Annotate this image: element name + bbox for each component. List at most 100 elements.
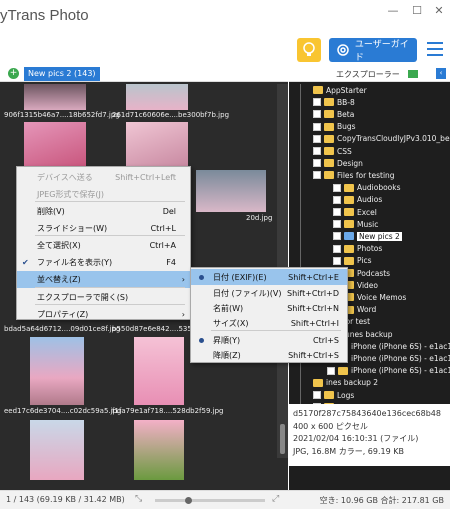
expand-icon[interactable]: ⤢	[272, 494, 279, 504]
photo-thumbnail[interactable]	[30, 420, 84, 480]
tree-item[interactable]: CopyTransCloudlyJPv3.010_be	[313, 133, 450, 145]
menu-separator	[35, 235, 185, 236]
tree-item[interactable]: Logs	[313, 389, 354, 401]
context-menu-item[interactable]: デバイスへ送る Shift+Ctrl+Left	[17, 169, 190, 186]
context-menu-item[interactable]: 全て選択(X) Ctrl+A	[17, 237, 190, 254]
tree-item[interactable]: Bugs	[313, 121, 356, 133]
context-menu-item[interactable]: 削除(V) Del	[17, 203, 190, 220]
sort-submenu: 日付 (EXIF)(E) Shift+Ctrl+E 日付 (ファイル)(V) Shif…	[190, 267, 348, 363]
checkbox[interactable]	[313, 391, 321, 399]
shrink-icon[interactable]: ⤡	[135, 494, 142, 504]
menu-item-label: 名前(W)	[213, 303, 244, 313]
zoom-slider[interactable]	[155, 497, 265, 504]
photo-thumbnail[interactable]	[134, 420, 184, 480]
menu-item-label: 昇順(Y)	[213, 335, 241, 345]
menu-item-shortcut: Shift+Ctrl+S	[288, 350, 339, 360]
checkbox[interactable]	[313, 147, 321, 155]
folder-icon	[344, 232, 354, 241]
file-dimensions: 400 x 600 ピクセル	[293, 421, 368, 431]
sort-option[interactable]: 日付 (ファイル)(V) Shift+Ctrl+D	[191, 285, 347, 301]
tree-item-label: ines backup 2	[326, 378, 379, 388]
tree-item[interactable]: Files for testing	[313, 169, 395, 181]
context-menu-item[interactable]: プロパティ(Z) ›	[17, 306, 190, 323]
tree-item-label: Podcasts	[357, 268, 391, 278]
add-icon[interactable]: +	[8, 68, 19, 79]
tree-item-label: BB-8	[337, 97, 355, 107]
tree-item[interactable]: BB-8	[313, 96, 355, 108]
menu-item-label: スライドショー(W)	[37, 224, 108, 233]
menu-separator	[35, 287, 185, 288]
tree-item[interactable]: Design	[313, 157, 363, 169]
sort-option[interactable]: 降順(Z) Shift+Ctrl+S	[191, 347, 347, 363]
photo-thumbnail[interactable]	[30, 337, 84, 405]
tree-item-label: Voice Memos	[357, 292, 407, 302]
maximize-icon[interactable]: ☐	[410, 4, 424, 18]
radio-dot-icon	[199, 275, 204, 280]
tree-item[interactable]: AppStarter	[313, 84, 367, 96]
scrollbar-thumb[interactable]	[280, 424, 285, 454]
minimize-icon[interactable]: —	[386, 4, 400, 18]
tree-item[interactable]: CSS	[313, 145, 352, 157]
menu-item-label: 削除(V)	[37, 207, 65, 216]
tree-item[interactable]: Excel	[333, 206, 377, 218]
checkbox[interactable]	[333, 183, 341, 192]
tree-item[interactable]: Audiobooks	[333, 182, 401, 194]
menu-item-label: ファイル名を表示(Y)	[37, 258, 113, 267]
sort-option[interactable]: 名前(W) Shift+Ctrl+N	[191, 300, 347, 316]
tree-item[interactable]: Music	[333, 218, 378, 230]
checkbox[interactable]	[333, 208, 341, 216]
photo-thumbnail[interactable]	[126, 122, 188, 166]
file-info-panel: d5170f287c75843640e136cec68b48 400 x 600…	[289, 404, 450, 466]
sort-option[interactable]: 日付 (EXIF)(E) Shift+Ctrl+E	[191, 269, 347, 285]
tree-item[interactable]: ines backup 2	[313, 377, 378, 389]
tree-item[interactable]: New pics 2	[333, 230, 402, 242]
folder-icon	[344, 256, 354, 265]
tree-item-label: iPhone (iPhone 6S) - e1ac1	[351, 353, 450, 363]
checkbox[interactable]	[313, 122, 321, 131]
checkbox[interactable]	[313, 171, 321, 180]
photo-thumbnail[interactable]	[24, 122, 86, 166]
folder-icon	[313, 378, 323, 387]
sort-option[interactable]: 昇順(Y) Ctrl+S	[191, 332, 347, 348]
thumbnail-caption: bdad5a64d6712....09d01ce8f.jpg	[4, 325, 121, 333]
menu-item-shortcut: Ctrl+L	[150, 224, 176, 233]
tree-item[interactable]: iPhone (iPhone 6S) - e1ac1	[327, 365, 450, 377]
zoom-slider-thumb[interactable]	[185, 497, 192, 504]
submenu-arrow-icon: ›	[181, 275, 185, 284]
menu-item-shortcut: Ctrl+S	[312, 335, 339, 345]
tree-item[interactable]: Photos	[333, 243, 382, 255]
checkbox[interactable]	[313, 159, 321, 168]
checkbox[interactable]	[333, 232, 341, 241]
menu-item-shortcut: Shift+Ctrl+D	[287, 288, 339, 298]
thumbnail-caption: 906f1315b46a7....18b652fd7.jpg	[4, 111, 120, 119]
menu-item-shortcut: Del	[162, 207, 176, 216]
folder-icon	[344, 208, 354, 216]
checkbox[interactable]	[313, 134, 321, 143]
checkbox[interactable]	[313, 98, 321, 107]
close-icon[interactable]: ✕	[432, 4, 446, 18]
photo-thumbnail[interactable]	[134, 337, 184, 405]
context-menu-item[interactable]: ✔ ファイル名を表示(Y) F4	[17, 254, 190, 271]
hamburger-menu-icon[interactable]	[427, 42, 443, 56]
tree-item[interactable]: Audios	[333, 194, 382, 206]
photo-thumbnail[interactable]	[126, 84, 188, 110]
checkbox[interactable]	[333, 195, 341, 204]
tree-item[interactable]: Beta	[313, 108, 354, 120]
tips-button[interactable]	[297, 38, 321, 62]
sort-option[interactable]: サイズ(X) Shift+Ctrl+I	[191, 315, 347, 331]
checkbox[interactable]	[327, 366, 335, 375]
checkbox[interactable]	[333, 256, 341, 265]
context-menu-item[interactable]: 並べ替え(Z) ›	[17, 271, 190, 288]
checkbox[interactable]	[333, 220, 341, 229]
user-guide-button[interactable]: ユーザーガイド	[329, 38, 417, 63]
checkbox[interactable]	[333, 244, 341, 253]
photo-thumbnail[interactable]	[24, 84, 86, 110]
folder-icon	[344, 244, 354, 253]
checkbox[interactable]	[313, 110, 321, 119]
folder-icon[interactable]	[408, 70, 418, 78]
collapse-icon[interactable]: ‹	[436, 68, 446, 79]
tree-item[interactable]: Pics	[333, 255, 371, 267]
submenu-arrow-icon: ›	[181, 310, 185, 319]
photo-thumbnail[interactable]	[196, 170, 266, 212]
folder-icon	[344, 220, 354, 229]
